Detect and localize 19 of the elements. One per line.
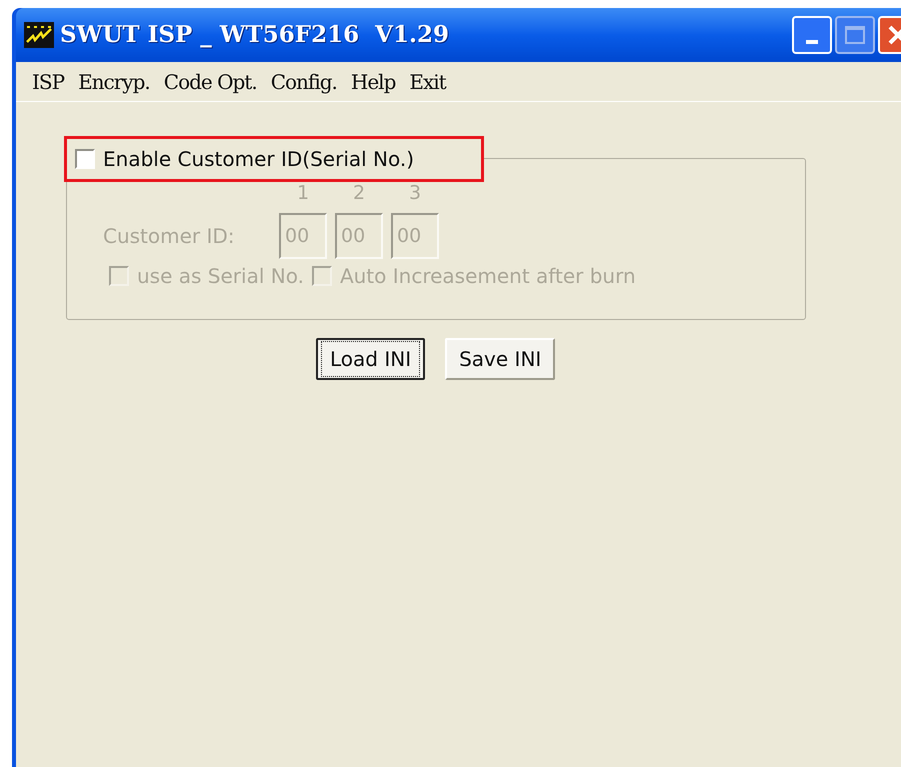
save-button[interactable]: Save INI [445, 338, 556, 380]
menu-item[interactable]: Config. [264, 66, 343, 96]
maximize-button[interactable] [835, 16, 875, 54]
customer-id-label: Customer ID: [103, 223, 236, 250]
column-number: 1 [296, 180, 310, 206]
window-title: SWUT ISP _ WT56F216 V1.29 [60, 20, 449, 50]
menu-item[interactable]: ISP [26, 66, 70, 96]
column-number: 2 [352, 180, 366, 206]
menu-item[interactable]: Encryp. [72, 66, 156, 96]
menu-item[interactable]: Exit [403, 66, 452, 96]
minimize-button[interactable] [792, 16, 832, 54]
checkbox-label: use as Serial No. [137, 263, 304, 290]
checkbox-label: Auto Increasement after burn [340, 263, 636, 290]
load-button[interactable]: Load INI [316, 338, 426, 380]
column-number: 3 [408, 180, 422, 206]
enable-checkbox-label: Enable Customer ID(Serial No.) [103, 146, 414, 173]
app-logo-icon [24, 22, 54, 48]
menu-item[interactable]: Help [344, 66, 402, 96]
menu-item[interactable]: Code Opt. [158, 66, 263, 96]
